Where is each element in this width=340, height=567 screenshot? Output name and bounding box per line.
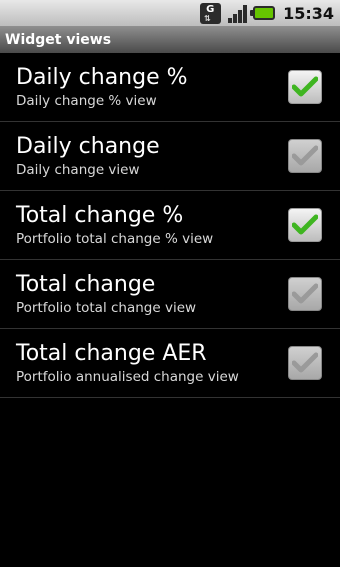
checkbox-daily-change-percent[interactable]	[288, 70, 322, 104]
item-title: Daily change %	[16, 65, 188, 90]
item-title: Daily change	[16, 134, 160, 159]
item-subtitle: Portfolio total change view	[16, 300, 197, 316]
signal-strength-icon	[226, 3, 248, 23]
item-title: Total change	[16, 272, 156, 297]
list-item-total-change[interactable]: Total change Portfolio total change view	[0, 260, 340, 329]
item-subtitle: Portfolio total change % view	[16, 231, 214, 247]
item-title: Total change %	[16, 203, 184, 228]
checkmark-icon	[292, 145, 318, 166]
battery-icon	[250, 6, 276, 20]
list-item-daily-change-percent[interactable]: Daily change % Daily change % view	[0, 53, 340, 122]
checkmark-icon	[292, 283, 318, 304]
item-subtitle: Daily change % view	[16, 93, 157, 109]
list-item-total-change-aer[interactable]: Total change AER Portfolio annualised ch…	[0, 329, 340, 398]
checkbox-total-change-aer[interactable]	[288, 346, 322, 380]
title-bar: Widget views	[0, 26, 340, 53]
checkmark-icon	[292, 214, 318, 235]
checkmark-icon	[292, 352, 318, 373]
item-subtitle: Portfolio annualised change view	[16, 369, 239, 385]
list-item-total-change-percent[interactable]: Total change % Portfolio total change % …	[0, 191, 340, 260]
item-subtitle: Daily change view	[16, 162, 140, 178]
item-title: Total change AER	[16, 341, 207, 366]
gprs-data-icon: G ⇅	[200, 2, 222, 24]
checkbox-total-change[interactable]	[288, 277, 322, 311]
status-bar: G ⇅ 15:34	[0, 0, 340, 26]
widget-views-list: Daily change % Daily change % view Daily…	[0, 53, 340, 398]
checkbox-daily-change[interactable]	[288, 139, 322, 173]
checkbox-total-change-percent[interactable]	[288, 208, 322, 242]
checkmark-icon	[292, 76, 318, 97]
list-item-daily-change[interactable]: Daily change Daily change view	[0, 122, 340, 191]
page-title: Widget views	[5, 31, 112, 48]
clock: 15:34	[283, 3, 334, 23]
